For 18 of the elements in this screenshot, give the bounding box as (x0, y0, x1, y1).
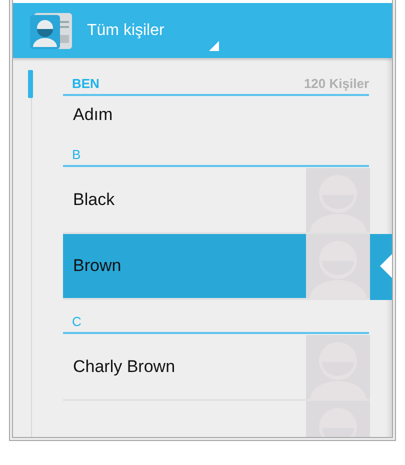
contact-row[interactable]: Brown (63, 234, 392, 300)
section-letter: C (72, 314, 82, 329)
contact-row[interactable]: Charly Brown (63, 335, 392, 401)
contact-row[interactable]: Adım (63, 97, 392, 133)
contact-name: Adım (72, 105, 113, 125)
contact-name: Brown (72, 256, 122, 276)
contact-count: 120 Kişiler (304, 76, 369, 91)
avatar-placeholder-icon (306, 234, 370, 298)
contact-name: Black (72, 190, 115, 210)
avatar-placeholder-icon (306, 335, 370, 399)
scroll-thumb[interactable] (28, 70, 33, 98)
avatar-placeholder-icon (306, 168, 370, 232)
contacts-icon (30, 10, 74, 50)
dropdown-caret-icon[interactable] (209, 41, 219, 51)
selection-notch-icon (380, 254, 392, 278)
section-letter: BEN (72, 76, 100, 91)
section-letter: B (72, 147, 81, 162)
contact-name: Charly Brown (72, 357, 176, 377)
